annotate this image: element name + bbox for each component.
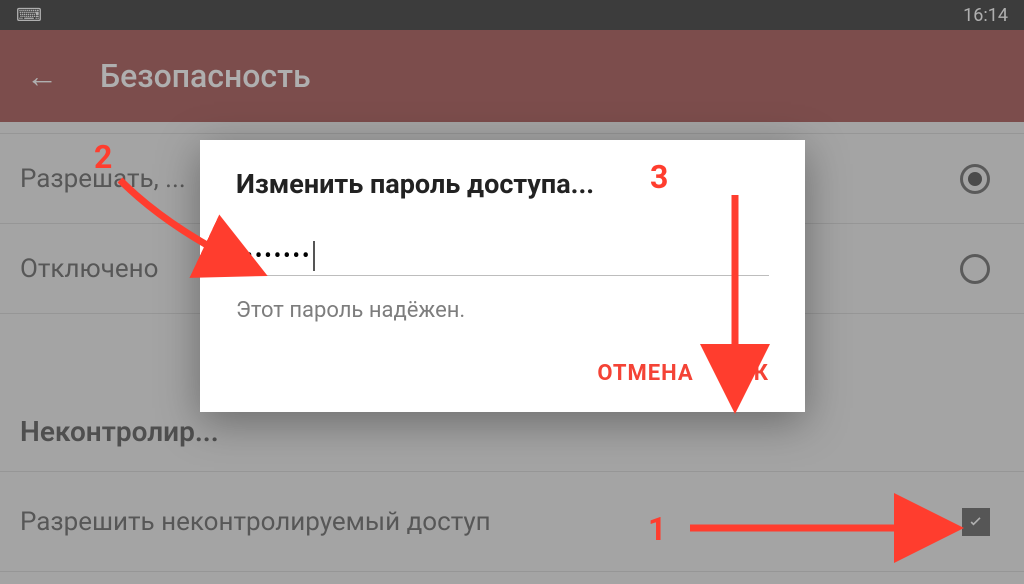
password-masked-value: •••••••• — [236, 244, 311, 275]
change-password-dialog: Изменить пароль доступа... •••••••• Этот… — [200, 140, 805, 412]
annotation-label-1: 1 — [648, 510, 666, 548]
password-input[interactable]: •••••••• — [236, 218, 769, 276]
password-strength-hint: Этот пароль надёжен. — [236, 276, 769, 333]
dialog-title: Изменить пароль доступа... — [200, 140, 805, 218]
annotation-label-2: 2 — [94, 138, 112, 176]
ok-button[interactable]: ОК — [738, 361, 769, 386]
cancel-button[interactable]: ОТМЕНА — [597, 361, 693, 386]
text-caret-icon — [313, 241, 315, 271]
annotation-label-3: 3 — [650, 158, 668, 196]
